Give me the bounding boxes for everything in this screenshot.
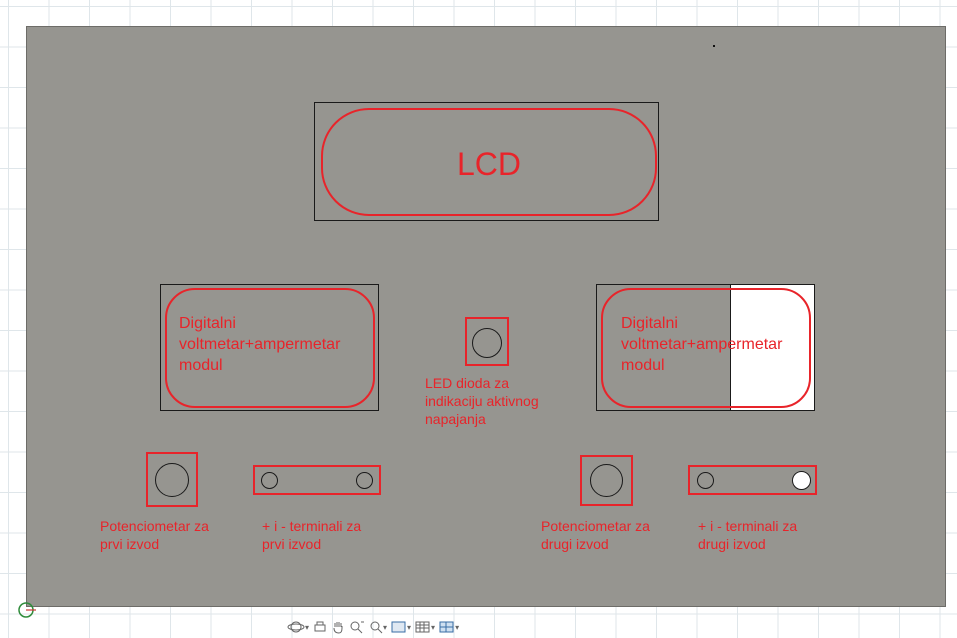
module-left-line-1: Digitalni — [179, 315, 236, 332]
display-mode-icon[interactable]: ▾ — [391, 620, 411, 634]
ucs-origin-icon — [18, 602, 36, 618]
chevron-down-icon[interactable]: ▾ — [407, 623, 411, 632]
orbit-icon[interactable]: ▾ — [287, 619, 309, 635]
pan-hand-icon[interactable] — [331, 620, 345, 634]
pot-left-line-1: Potenciometar za — [100, 518, 209, 534]
term-left-line-2: prvi izvod — [262, 536, 322, 552]
module-left-label: Digitalni voltmetar+ampermetar modul — [179, 313, 340, 376]
grid-icon[interactable]: ▾ — [415, 620, 435, 634]
zoom-window-icon[interactable] — [349, 620, 365, 634]
module-right-line-1: Digitalni — [621, 315, 678, 332]
viewports-icon[interactable]: ▾ — [439, 620, 459, 634]
module-right-line-3: modul — [621, 357, 665, 374]
module-left-line-3: modul — [179, 357, 223, 374]
term-right-minus-hole[interactable] — [792, 471, 811, 490]
pot-right-line-2: drugi izvod — [541, 536, 609, 552]
pot-right-line-1: Potenciometar za — [541, 518, 650, 534]
term-left-line-1: + i - terminali za — [262, 518, 362, 534]
led-line-1: LED dioda za — [425, 375, 510, 391]
term-left-minus-hole[interactable] — [356, 472, 373, 489]
stray-point — [713, 45, 715, 47]
led-line-3: napajanja — [425, 411, 486, 427]
chevron-down-icon[interactable]: ▾ — [455, 623, 459, 632]
term-right-line-2: drugi izvod — [698, 536, 766, 552]
led-label: LED dioda za indikaciju aktivnog napajan… — [425, 374, 539, 428]
pot-left-label: Potenciometar za prvi izvod — [100, 517, 209, 553]
module-right-label: Digitalni voltmetar+ampermetar modul — [621, 313, 782, 376]
term-left-plus-hole[interactable] — [261, 472, 278, 489]
module-right-line-2: voltmetar+ampermetar — [621, 336, 783, 353]
chevron-down-icon[interactable]: ▾ — [383, 623, 387, 632]
print-icon[interactable] — [313, 620, 327, 634]
led-hole[interactable] — [472, 328, 502, 358]
led-line-2: indikaciju aktivnog — [425, 393, 539, 409]
term-right-plus-hole[interactable] — [697, 472, 714, 489]
term-right-label: + i - terminali za drugi izvod — [698, 517, 797, 553]
term-right-line-1: + i - terminali za — [698, 518, 798, 534]
term-left-label: + i - terminali za prvi izvod — [262, 517, 361, 553]
chevron-down-icon[interactable]: ▾ — [431, 623, 435, 632]
pot-right-label: Potenciometar za drugi izvod — [541, 517, 650, 553]
pot-right-hole[interactable] — [590, 464, 623, 497]
module-left-line-2: voltmetar+ampermetar — [179, 336, 341, 353]
zoom-icon[interactable]: ▾ — [369, 620, 387, 634]
pot-left-line-2: prvi izvod — [100, 536, 160, 552]
navigation-toolbar: ▾ ▾ ▾ ▾ ▾ — [287, 616, 537, 638]
lcd-label: LCD — [456, 146, 521, 182]
chevron-down-icon[interactable]: ▾ — [305, 623, 309, 632]
pot-left-hole[interactable] — [155, 463, 189, 497]
